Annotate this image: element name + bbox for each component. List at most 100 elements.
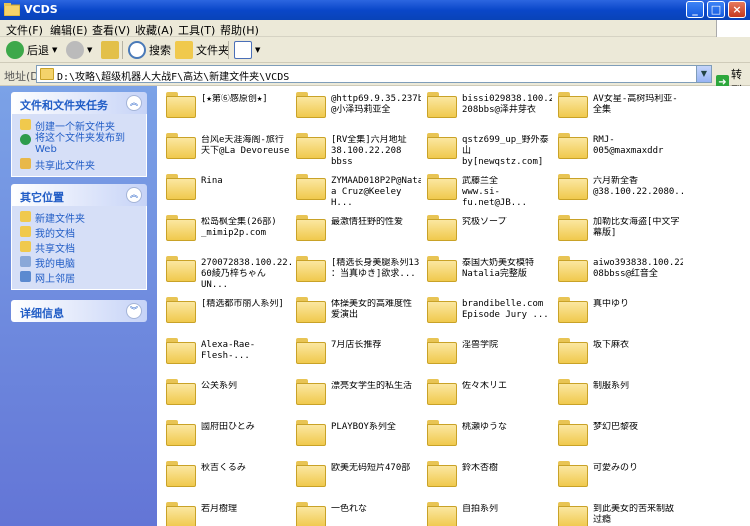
- folder-item[interactable]: 梦幻巴黎夜: [553, 416, 683, 456]
- maximize-button[interactable]: □: [707, 1, 725, 18]
- folder-item[interactable]: 自拍系列: [422, 498, 552, 526]
- folder-item[interactable]: ZYMAAD018P2P@Natali a Cruz@Keeley H...: [291, 170, 421, 210]
- place-my-computer[interactable]: 我的电脑: [12, 255, 146, 270]
- menu-favorites[interactable]: 收藏(A): [135, 22, 173, 38]
- folder-icon: [427, 379, 457, 405]
- folder-item[interactable]: 國府田ひとみ: [161, 416, 291, 456]
- folder-item[interactable]: 公关系列: [161, 375, 291, 415]
- forward-button[interactable]: ▼: [66, 40, 92, 60]
- close-button[interactable]: ×: [728, 1, 746, 18]
- folder-item[interactable]: aiwo393838.100.22.2 08bbss@红音全: [553, 252, 683, 292]
- back-button[interactable]: 后退 ▼: [6, 40, 57, 60]
- folder-item[interactable]: 加勒比女海盗[中文字 幕版]: [553, 211, 683, 251]
- collapse-icon[interactable]: ︽: [126, 95, 142, 111]
- folder-item[interactable]: [★第⑥感原创★]: [161, 88, 291, 128]
- folder-icon: [40, 68, 54, 80]
- folder-item[interactable]: 秋吉くるみ: [161, 457, 291, 497]
- folder-item[interactable]: 六月新全香 @38.100.22.2080...: [553, 170, 683, 210]
- folder-item[interactable]: 可愛みのり: [553, 457, 683, 497]
- folder-icon: [166, 92, 196, 118]
- folder-label: 究极ソープ: [462, 217, 507, 227]
- address-input[interactable]: D:\攻略\超级机器人大战F\高达\新建文件夹\VCDS ▼: [36, 65, 712, 83]
- task-share-folder[interactable]: 共享此文件夹: [12, 157, 146, 172]
- folder-item[interactable]: 最激情狂野的性爱: [291, 211, 421, 251]
- task-new-folder[interactable]: 创建一个新文件夹: [12, 118, 146, 133]
- folder-item[interactable]: 佐々木リエ: [422, 375, 552, 415]
- folder-label: AV女星-高树玛利亚- 全集: [593, 94, 678, 115]
- folder-item[interactable]: 坂下麻衣: [553, 334, 683, 374]
- folder-icon: [427, 461, 457, 487]
- folder-item[interactable]: 真中ゆり: [553, 293, 683, 333]
- folder-item[interactable]: 鈴木杏樹: [422, 457, 552, 497]
- menu-view[interactable]: 查看(V): [92, 22, 130, 38]
- folder-item[interactable]: 究极ソープ: [422, 211, 552, 251]
- folder-item[interactable]: [精选都市丽人系列]: [161, 293, 291, 333]
- folder-label: 加勒比女海盗[中文字 幕版]: [593, 217, 680, 238]
- folder-item[interactable]: [RV全集]六月地址 38.100.22.208 bbss: [291, 129, 421, 169]
- folder-item[interactable]: 一色れな: [291, 498, 421, 526]
- folder-item[interactable]: AV女星-高树玛利亚- 全集: [553, 88, 683, 128]
- folder-item[interactable]: 到此美女的苦来制敌 过瘾: [553, 498, 683, 526]
- menu-bar: 文件(F) 编辑(E) 查看(V) 收藏(A) 工具(T) 帮助(H): [0, 20, 750, 37]
- folder-label: qstz699_up_野外泰山 by[newqstz.com]: [462, 135, 549, 167]
- folder-label: 桃瀬ゆうな: [462, 422, 508, 432]
- panel-header[interactable]: 详细信息 ︾: [11, 300, 147, 322]
- folder-item[interactable]: Alexa-Rae-Flesh-...: [161, 334, 291, 374]
- folder-icon: [296, 379, 326, 405]
- folder-item[interactable]: [精选长身美腿系列13 ：当真ゆき]欲求...: [291, 252, 421, 292]
- folder-item[interactable]: 7月店长推荐: [291, 334, 421, 374]
- folder-item[interactable]: PLAYBOY系列全: [291, 416, 421, 456]
- folder-item[interactable]: 制服系列: [553, 375, 683, 415]
- place-shared-documents[interactable]: 共享文档: [12, 240, 146, 255]
- chevron-down-icon[interactable]: ▼: [696, 66, 711, 82]
- place-label: 新建文件夹: [35, 214, 85, 225]
- up-button[interactable]: [101, 40, 122, 60]
- folder-item[interactable]: 欧美无码短片470部: [291, 457, 421, 497]
- my-documents-icon: [20, 226, 31, 237]
- folder-item[interactable]: @http69.9.35.237bbs @小泽玛莉亚全: [291, 88, 421, 128]
- folder-label: 國府田ひとみ: [201, 422, 255, 432]
- folder-label: 若月樹理: [201, 504, 238, 514]
- search-button[interactable]: 搜索: [128, 40, 171, 60]
- place-label: 网上邻居: [35, 274, 75, 285]
- folder-item[interactable]: 淫兽学院: [422, 334, 552, 374]
- folder-item[interactable]: 台风e天涯海阁-旅行 天下@La Devoreuse: [161, 129, 291, 169]
- folder-item[interactable]: 漂亮女学生的私生活: [291, 375, 421, 415]
- folder-icon: [558, 174, 588, 200]
- panel-header[interactable]: 文件和文件夹任务 ︽: [11, 92, 147, 114]
- folder-item[interactable]: RMJ-005@maxmaxddr: [553, 129, 683, 169]
- folder-icon: [166, 338, 196, 364]
- folder-label: Rina: [201, 176, 223, 186]
- folder-item[interactable]: 武藤兰全 www.si-fu.net@JB...: [422, 170, 552, 210]
- folder-item[interactable]: 松岛枫全集(26部) _mimip2p.com: [161, 211, 291, 251]
- place-my-documents[interactable]: 我的文档: [12, 225, 146, 240]
- folder-icon: [166, 502, 196, 526]
- task-publish-web[interactable]: 将这个文件夹发布到 Web: [12, 133, 146, 157]
- collapse-icon[interactable]: ︽: [126, 187, 142, 203]
- new-folder-icon: [20, 119, 31, 130]
- folder-icon: [427, 256, 457, 282]
- minimize-button[interactable]: _: [686, 1, 704, 18]
- folder-item[interactable]: Rina: [161, 170, 291, 210]
- title-bar[interactable]: VCDS _ □ ×: [0, 0, 750, 20]
- folder-item[interactable]: qstz699_up_野外泰山 by[newqstz.com]: [422, 129, 552, 169]
- folder-item[interactable]: brandibelle.com Episode Jury ...: [422, 293, 552, 333]
- place-network[interactable]: 网上邻居: [12, 270, 146, 285]
- menu-edit[interactable]: 编辑(E): [50, 22, 88, 38]
- folder-label: [精选长身美腿系列13 ：当真ゆき]欲求...: [331, 258, 420, 279]
- place-new-folder[interactable]: 新建文件夹: [12, 210, 146, 225]
- menu-help[interactable]: 帮助(H): [220, 22, 259, 38]
- expand-icon[interactable]: ︾: [126, 303, 142, 319]
- folder-item[interactable]: 若月樹理: [161, 498, 291, 526]
- menu-file[interactable]: 文件(F): [6, 22, 43, 38]
- folders-button[interactable]: 文件夹: [175, 40, 229, 60]
- folder-item[interactable]: bissi029838.100.22. 208bbs@泽井芽衣: [422, 88, 552, 128]
- folder-item[interactable]: 体操美女的高难度性 爱演出: [291, 293, 421, 333]
- file-tasks-panel: 文件和文件夹任务 ︽ 创建一个新文件夹 将这个文件夹发布到 Web 共享此文件夹: [11, 92, 147, 177]
- folder-item[interactable]: 泰国大奶美女模特 Natalia完整版: [422, 252, 552, 292]
- views-button[interactable]: ▼: [234, 40, 260, 60]
- folder-item[interactable]: 270072838.100.22.15 60綾乃梓ちゃん UN...: [161, 252, 291, 292]
- menu-tools[interactable]: 工具(T): [178, 22, 215, 38]
- folder-item[interactable]: 桃瀬ゆうな: [422, 416, 552, 456]
- panel-header[interactable]: 其它位置 ︽: [11, 184, 147, 206]
